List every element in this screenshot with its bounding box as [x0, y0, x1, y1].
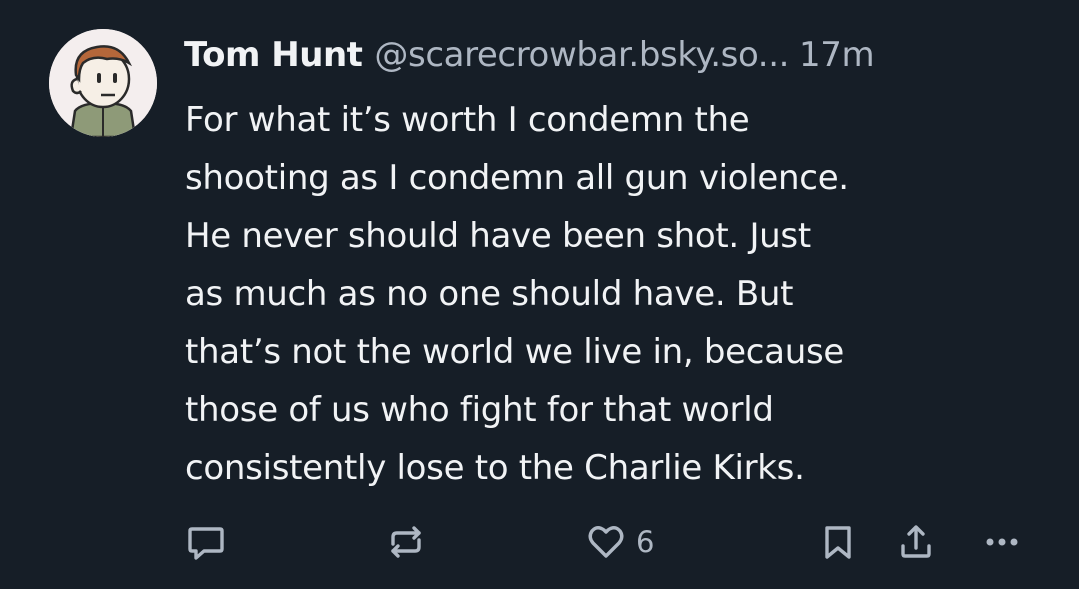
reply-icon	[188, 527, 224, 560]
repost-button[interactable]	[384, 512, 428, 572]
cartoon-avatar-icon	[49, 29, 157, 137]
post-text-line: as much as no one should have. But	[185, 274, 794, 314]
reply-button[interactable]	[184, 512, 228, 572]
bookmark-button[interactable]	[818, 512, 858, 572]
post-text-line: shooting as I condemn all gun violence.	[185, 158, 849, 198]
share-button[interactable]	[894, 512, 938, 572]
post-text-line: He never should have been shot. Just	[185, 216, 811, 256]
author-name[interactable]: Tom Hunt	[184, 30, 363, 80]
author-handle[interactable]: @scarecrowbar.bsky.so...	[374, 30, 789, 80]
post-card: Tom Hunt @scarecrowbar.bsky.so... 17m Fo…	[0, 0, 1079, 589]
post-text-line: that’s not the world we live in, because	[185, 332, 844, 372]
more-options-icon	[986, 538, 1018, 546]
like-count: 6	[636, 525, 655, 559]
more-options-button[interactable]	[978, 512, 1026, 572]
like-button[interactable]: 6	[584, 512, 654, 572]
heart-icon	[588, 526, 624, 558]
post-text: For what it’s worth I condemn the shooti…	[185, 91, 1045, 497]
post-actions-bar: 6	[0, 512, 1079, 572]
bookmark-icon	[825, 526, 851, 559]
author-avatar[interactable]	[49, 29, 157, 137]
post-text-line: those of us who fight for that world	[185, 390, 774, 430]
post-header: Tom Hunt @scarecrowbar.bsky.so... 17m	[184, 30, 875, 80]
repost-icon	[391, 526, 421, 558]
share-icon	[901, 525, 931, 558]
post-timestamp[interactable]: 17m	[799, 30, 875, 80]
post-text-line: consistently lose to the Charlie Kirks.	[185, 448, 805, 488]
post-text-line: For what it’s worth I condemn the	[185, 100, 750, 140]
